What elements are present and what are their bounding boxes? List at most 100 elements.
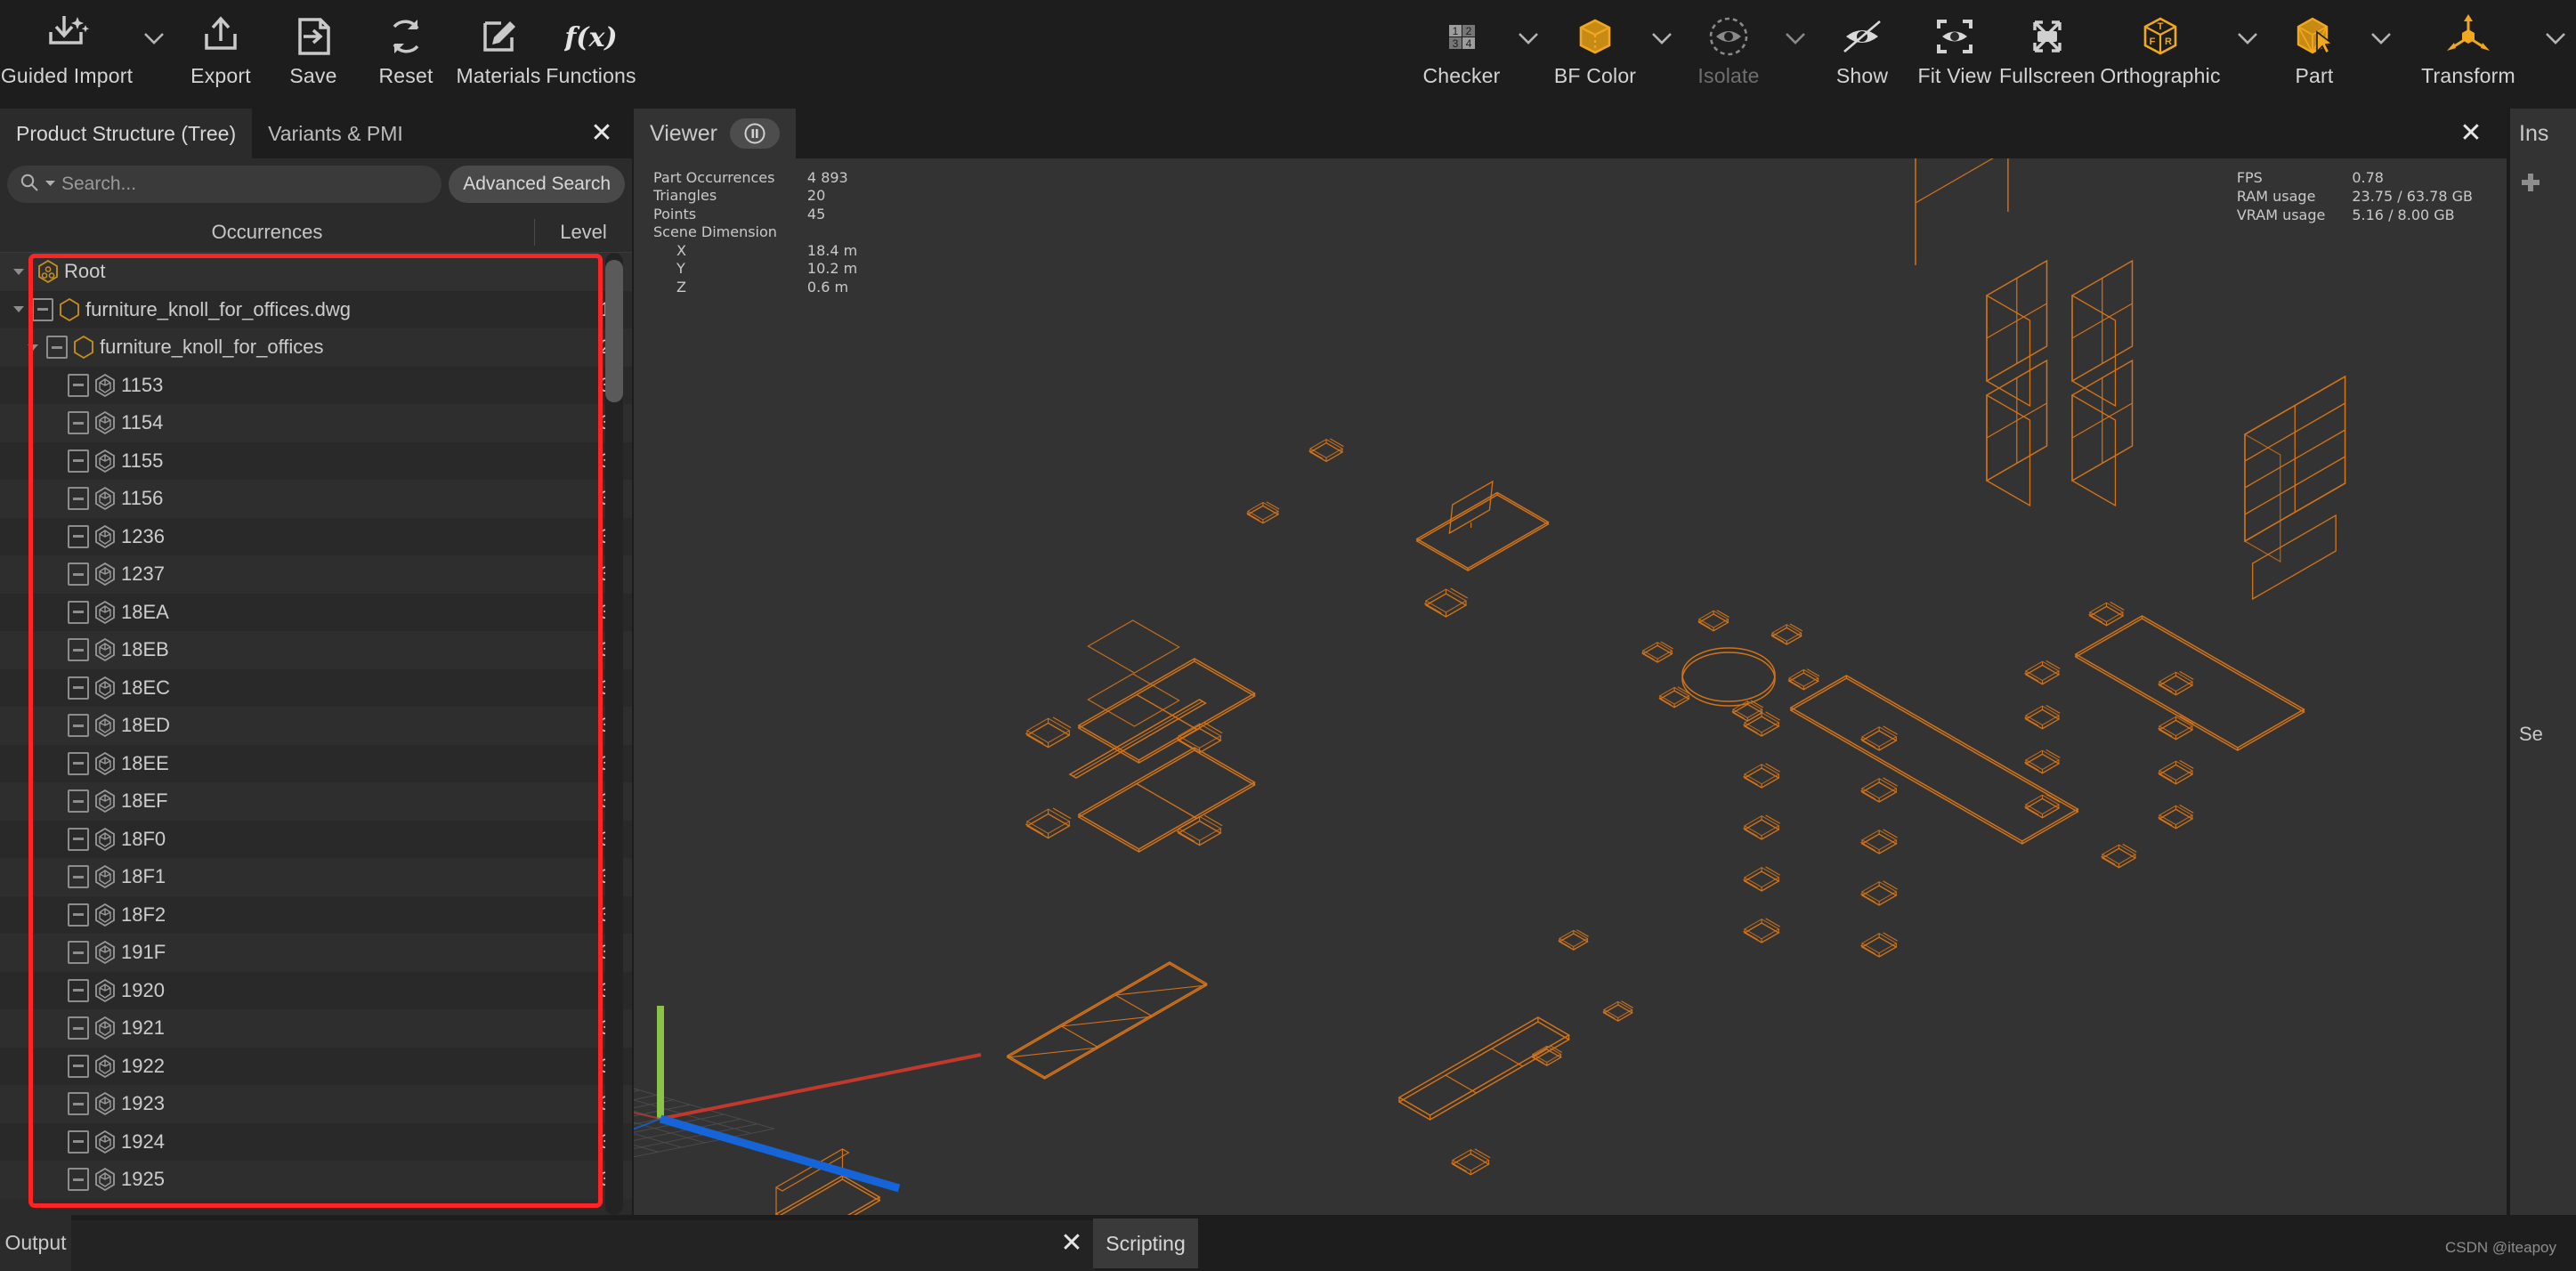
- toolbar-button-guided-import[interactable]: Guided Import: [0, 0, 134, 109]
- viewer-close-icon[interactable]: ✕: [2450, 109, 2492, 158]
- tree-row[interactable]: 18F03: [0, 820, 632, 858]
- toolbar-button-transform[interactable]: Transform: [2402, 0, 2535, 109]
- tree-row[interactable]: 19233: [0, 1085, 632, 1123]
- toolbar-button-reset[interactable]: Reset: [360, 0, 452, 109]
- tree-row-checkbox[interactable]: [68, 1129, 89, 1154]
- tree-row-checkbox[interactable]: [68, 751, 89, 775]
- tree-row[interactable]: 18EF3: [0, 782, 632, 821]
- bf-color-chevron-down-icon[interactable]: [1641, 0, 1682, 109]
- tree-row-label: 18ED: [121, 714, 171, 737]
- tree-row[interactable]: furniture_knoll_for_offices.dwg1: [0, 290, 632, 328]
- tree-row[interactable]: 18EB3: [0, 631, 632, 669]
- tree-row[interactable]: 18F13: [0, 858, 632, 896]
- toolbar-button-bf-color[interactable]: BF Color: [1549, 0, 1641, 109]
- tree-row[interactable]: Root: [0, 253, 632, 291]
- viewport-3d[interactable]: Part Occurrences 4 893 Triangles 20 Points 45…: [634, 158, 2507, 1215]
- checker-chevron-down-icon[interactable]: [1508, 0, 1549, 109]
- tree-row-checkbox[interactable]: [68, 1168, 89, 1192]
- tree-scrollbar-thumb[interactable]: [605, 260, 623, 402]
- part-node-icon: [89, 864, 121, 889]
- tree-row[interactable]: 18EC3: [0, 668, 632, 707]
- tree-row[interactable]: 11543: [0, 404, 632, 442]
- tree-row-checkbox[interactable]: [68, 789, 89, 814]
- tree-row-checkbox[interactable]: [68, 827, 89, 851]
- toolbar-button-isolate[interactable]: Isolate: [1682, 0, 1775, 109]
- tree-row-checkbox[interactable]: [68, 941, 89, 965]
- scene-stat-value: [777, 223, 857, 241]
- tree-expand-arrow-icon[interactable]: [5, 267, 32, 277]
- tree-row-checkbox[interactable]: [68, 487, 89, 511]
- tree-row-checkbox[interactable]: [68, 600, 89, 624]
- tree-expand-arrow-icon[interactable]: [20, 343, 46, 352]
- left-panel-close-icon[interactable]: ✕: [580, 109, 623, 158]
- tree-row-checkbox[interactable]: [68, 638, 89, 662]
- tree-row[interactable]: 19213: [0, 1009, 632, 1048]
- tree-row-checkbox[interactable]: [68, 978, 89, 1002]
- tree-row-checkbox[interactable]: [68, 1016, 89, 1040]
- tree-row-checkbox[interactable]: [68, 865, 89, 889]
- tree-row-checkbox[interactable]: [68, 563, 89, 587]
- isolate-chevron-down-icon[interactable]: [1775, 0, 1816, 109]
- tab-inspector[interactable]: Ins: [2510, 109, 2576, 158]
- search-input[interactable]: Search...: [7, 166, 442, 203]
- tree-row[interactable]: 19223: [0, 1047, 632, 1085]
- output-close-icon[interactable]: ✕: [1052, 1215, 1091, 1271]
- tree-row[interactable]: furniture_knoll_for_offices2: [0, 328, 632, 367]
- tree-row[interactable]: 12363: [0, 517, 632, 555]
- tree-row[interactable]: 18EA3: [0, 593, 632, 631]
- tree-row[interactable]: 18F23: [0, 895, 632, 934]
- tree-row[interactable]: 19203: [0, 971, 632, 1009]
- tree-row-checkbox[interactable]: [68, 676, 89, 700]
- pause-toggle[interactable]: [729, 118, 780, 149]
- tree-row[interactable]: 11563: [0, 480, 632, 518]
- advanced-search-button[interactable]: Advanced Search: [449, 166, 625, 203]
- search-filter-chevron-down-icon[interactable]: [45, 176, 56, 192]
- part-chevron-down-icon[interactable]: [2361, 0, 2402, 109]
- tree-row-checkbox[interactable]: [68, 1092, 89, 1116]
- tree-row[interactable]: 18EE3: [0, 744, 632, 782]
- tree-row[interactable]: 19243: [0, 1122, 632, 1161]
- tree-row[interactable]: 19253: [0, 1161, 632, 1199]
- tree-view[interactable]: Root furniture_knoll_for_offices.dwg1furn…: [0, 253, 632, 1215]
- tree-row-checkbox[interactable]: [68, 373, 89, 397]
- tree-row-checkbox[interactable]: [46, 336, 68, 360]
- toolbar-button-save[interactable]: Save: [267, 0, 360, 109]
- output-console-body[interactable]: [71, 1220, 1095, 1271]
- tree-expand-arrow-icon[interactable]: [5, 304, 32, 314]
- add-property-button[interactable]: [2519, 171, 2542, 194]
- tree-row-checkbox[interactable]: [68, 903, 89, 927]
- orthographic-chevron-down-icon[interactable]: [2227, 0, 2268, 109]
- toolbar-button-fullscreen[interactable]: Fullscreen: [1999, 0, 2095, 109]
- tab-viewer[interactable]: Viewer: [634, 109, 796, 158]
- tab-variants-and-pmi[interactable]: Variants & PMI: [252, 109, 419, 158]
- tree-row[interactable]: 11533: [0, 366, 632, 404]
- perf-stat-name: VRAM usage: [2236, 206, 2326, 223]
- tree-row[interactable]: 191F3: [0, 934, 632, 972]
- tree-row-checkbox[interactable]: [32, 297, 53, 321]
- tree-row-checkbox[interactable]: [68, 411, 89, 435]
- tab-output[interactable]: Output: [0, 1215, 71, 1271]
- tree-row[interactable]: 11553: [0, 441, 632, 480]
- tree-row[interactable]: 18ED3: [0, 707, 632, 745]
- tab-product-structure-tree[interactable]: Product Structure (Tree): [0, 109, 253, 158]
- app-root: Guided Import Export Save Reset Material…: [0, 0, 2576, 1271]
- part-select-icon: [2290, 7, 2338, 66]
- toolbar-button-materials[interactable]: Materials: [452, 0, 545, 109]
- toolbar-button-fit-view[interactable]: Fit View: [1908, 0, 2001, 109]
- toolbar-button-part[interactable]: Part: [2268, 0, 2361, 109]
- tree-row-checkbox[interactable]: [68, 1054, 89, 1078]
- transform-chevron-down-icon[interactable]: [2535, 0, 2576, 109]
- watermark: CSDN @iteapoy: [2445, 1239, 2556, 1256]
- tree-row-checkbox[interactable]: [68, 714, 89, 738]
- toolbar-button-checker[interactable]: 1 2 3 4 Checker: [1415, 0, 1508, 109]
- guided-import-chevron-down-icon[interactable]: [134, 0, 174, 109]
- toolbar-button-show[interactable]: Show: [1816, 0, 1908, 109]
- tree-row-label: 18F1: [121, 865, 166, 888]
- tree-row-checkbox[interactable]: [68, 524, 89, 548]
- tab-scripting[interactable]: Scripting: [1093, 1218, 1198, 1268]
- tree-row[interactable]: 12373: [0, 555, 632, 594]
- toolbar-button-orthographic[interactable]: T F R Orthographic: [2094, 0, 2227, 109]
- toolbar-button-export[interactable]: Export: [174, 0, 267, 109]
- toolbar-button-functions[interactable]: f(x) Functions: [545, 0, 637, 109]
- tree-row-checkbox[interactable]: [68, 449, 89, 473]
